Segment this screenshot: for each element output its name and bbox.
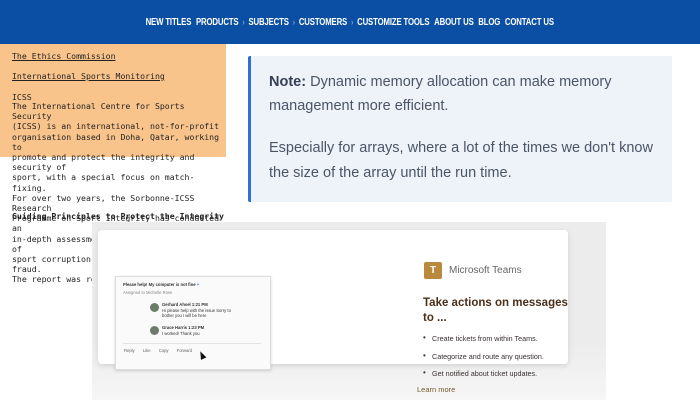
note-text-arrays: Especially for arrays, where a lot of th… — [269, 140, 653, 181]
ethics-commission-link[interactable]: The Ethics Commission — [12, 51, 116, 61]
nav-link-new-titles[interactable]: NEW TITLES — [144, 17, 194, 28]
international-sports-monitoring-link[interactable]: International Sports Monitoring — [12, 71, 165, 81]
nav-link-contact-us[interactable]: CONTACT US — [503, 17, 557, 28]
note-text: Note: Dynamic memory allocation can make… — [269, 70, 664, 118]
message-text: Hi please help with the issue Sorry to b… — [162, 307, 231, 319]
note-body: Dynamic memory allocation can make memor… — [269, 74, 612, 114]
learn-more-link[interactable]: Learn more — [417, 385, 455, 394]
nav-link-customers[interactable]: CUSTOMERS — [297, 17, 350, 28]
plus-icon: + — [196, 282, 200, 287]
message-text: I worked! Thank you — [162, 330, 200, 336]
teams-promo-banner: Please help! My computer is not fine + A… — [92, 222, 606, 400]
promo-card: Please help! My computer is not fine + A… — [98, 230, 568, 378]
message-actions: Reply Like Copy Forward — [124, 348, 193, 353]
note-callout: Note: Dynamic memory allocation can make… — [248, 56, 672, 202]
nav-link-customize-tools[interactable]: CUSTOMIZE TOOLS — [355, 17, 432, 28]
divider — [123, 343, 261, 344]
teams-brand-name: Microsoft Teams — [449, 265, 522, 276]
nav-link-subjects[interactable]: SUBJECTS — [246, 17, 291, 28]
avatar — [150, 303, 159, 312]
chat-subtitle: Assigned to Michelle Rose — [123, 290, 173, 295]
nav-link-products[interactable]: PRODUCTS — [194, 17, 241, 28]
nav-link-blog[interactable]: BLOG — [476, 17, 503, 28]
nav-link-about-us[interactable]: ABOUT US — [432, 17, 476, 28]
feature-item: Get notified about ticket updates. — [423, 368, 583, 387]
promo-title: Take actions on messages to ... — [423, 297, 568, 324]
chat-title-text: Please help! My computer is not fine — [123, 282, 196, 287]
note-panel: Note: Dynamic memory allocation can make… — [228, 44, 700, 222]
chat-title: Please help! My computer is not fine + — [123, 282, 199, 287]
avatar — [150, 326, 159, 335]
nav-items: NEW TITLES PRODUCTS › SUBJECTS › CUSTOMERS › CU… — [144, 17, 557, 28]
feature-item: Categorize and route any question. — [423, 351, 583, 370]
chat-screenshot-mockup: Please help! My computer is not fine + A… — [115, 276, 271, 370]
mouse-cursor-icon — [197, 350, 207, 360]
chat-message: Gerhard Ahsel 1:21 PM Hi please help wit… — [162, 302, 237, 319]
guiding-principles-heading: Guiding Principles to Protect the Integr… — [12, 211, 224, 221]
feature-list: Create tickets from within Teams. Catego… — [423, 333, 583, 387]
article-snippet: The Ethics Commission International Spor… — [0, 44, 228, 284]
chat-message: Grace Harris 1:23 PM I worked! Thank you — [162, 325, 237, 336]
microsoft-teams-logo-icon: T — [424, 262, 442, 279]
top-navigation-bar: NEW TITLES PRODUCTS › SUBJECTS › CUSTOMERS › CU… — [0, 0, 700, 44]
note-label: Note: — [269, 74, 307, 90]
feature-item: Create tickets from within Teams. — [423, 333, 583, 352]
